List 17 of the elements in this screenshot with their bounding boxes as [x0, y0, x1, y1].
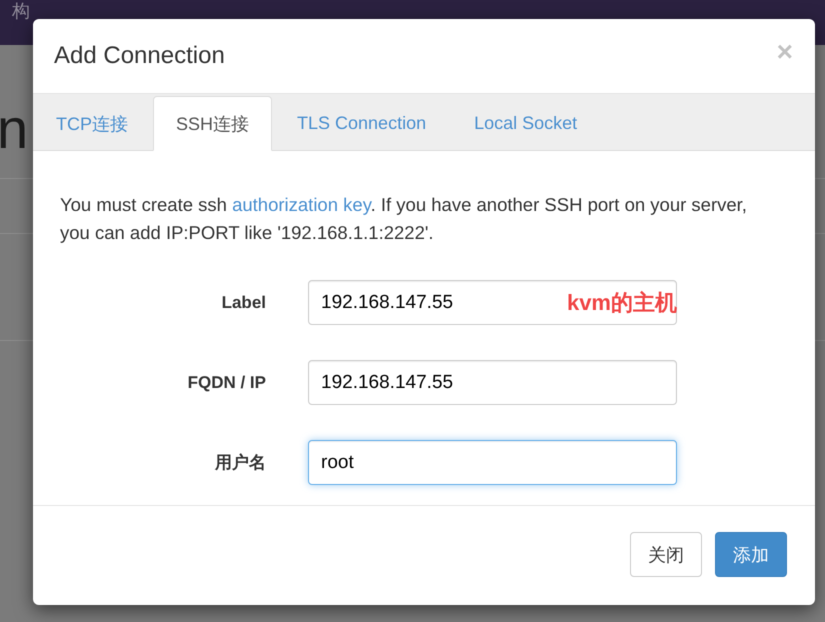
navbar-text: 构	[12, 1, 30, 21]
dialog-title: Add Connection	[54, 42, 225, 70]
text-input[interactable]: root	[308, 440, 677, 485]
page-heading: n	[0, 101, 28, 157]
tab[interactable]: TLS Connection	[274, 96, 450, 151]
add-button[interactable]: 添加	[715, 532, 787, 577]
tab[interactable]: SSH连接	[153, 96, 272, 151]
notice-text: You must create ssh authorization key. If you have another SSH port on your server, you can add IP:PORT like '192.168.1.1:2222'.	[60, 193, 748, 245]
field-label: FQDN / IP	[188, 372, 266, 392]
annotation-text: kvm的主机	[566, 288, 677, 316]
tab[interactable]: Local Socket	[451, 96, 600, 151]
text-input[interactable]: 192.168.147.55	[308, 360, 677, 405]
close-dialog-button[interactable]: 关闭	[630, 532, 702, 577]
field-label: 用户名	[215, 452, 266, 474]
tab[interactable]: TCP连接	[33, 96, 151, 151]
authorization-key-link[interactable]: authorization key	[232, 194, 371, 215]
field-label: Label	[222, 292, 266, 312]
